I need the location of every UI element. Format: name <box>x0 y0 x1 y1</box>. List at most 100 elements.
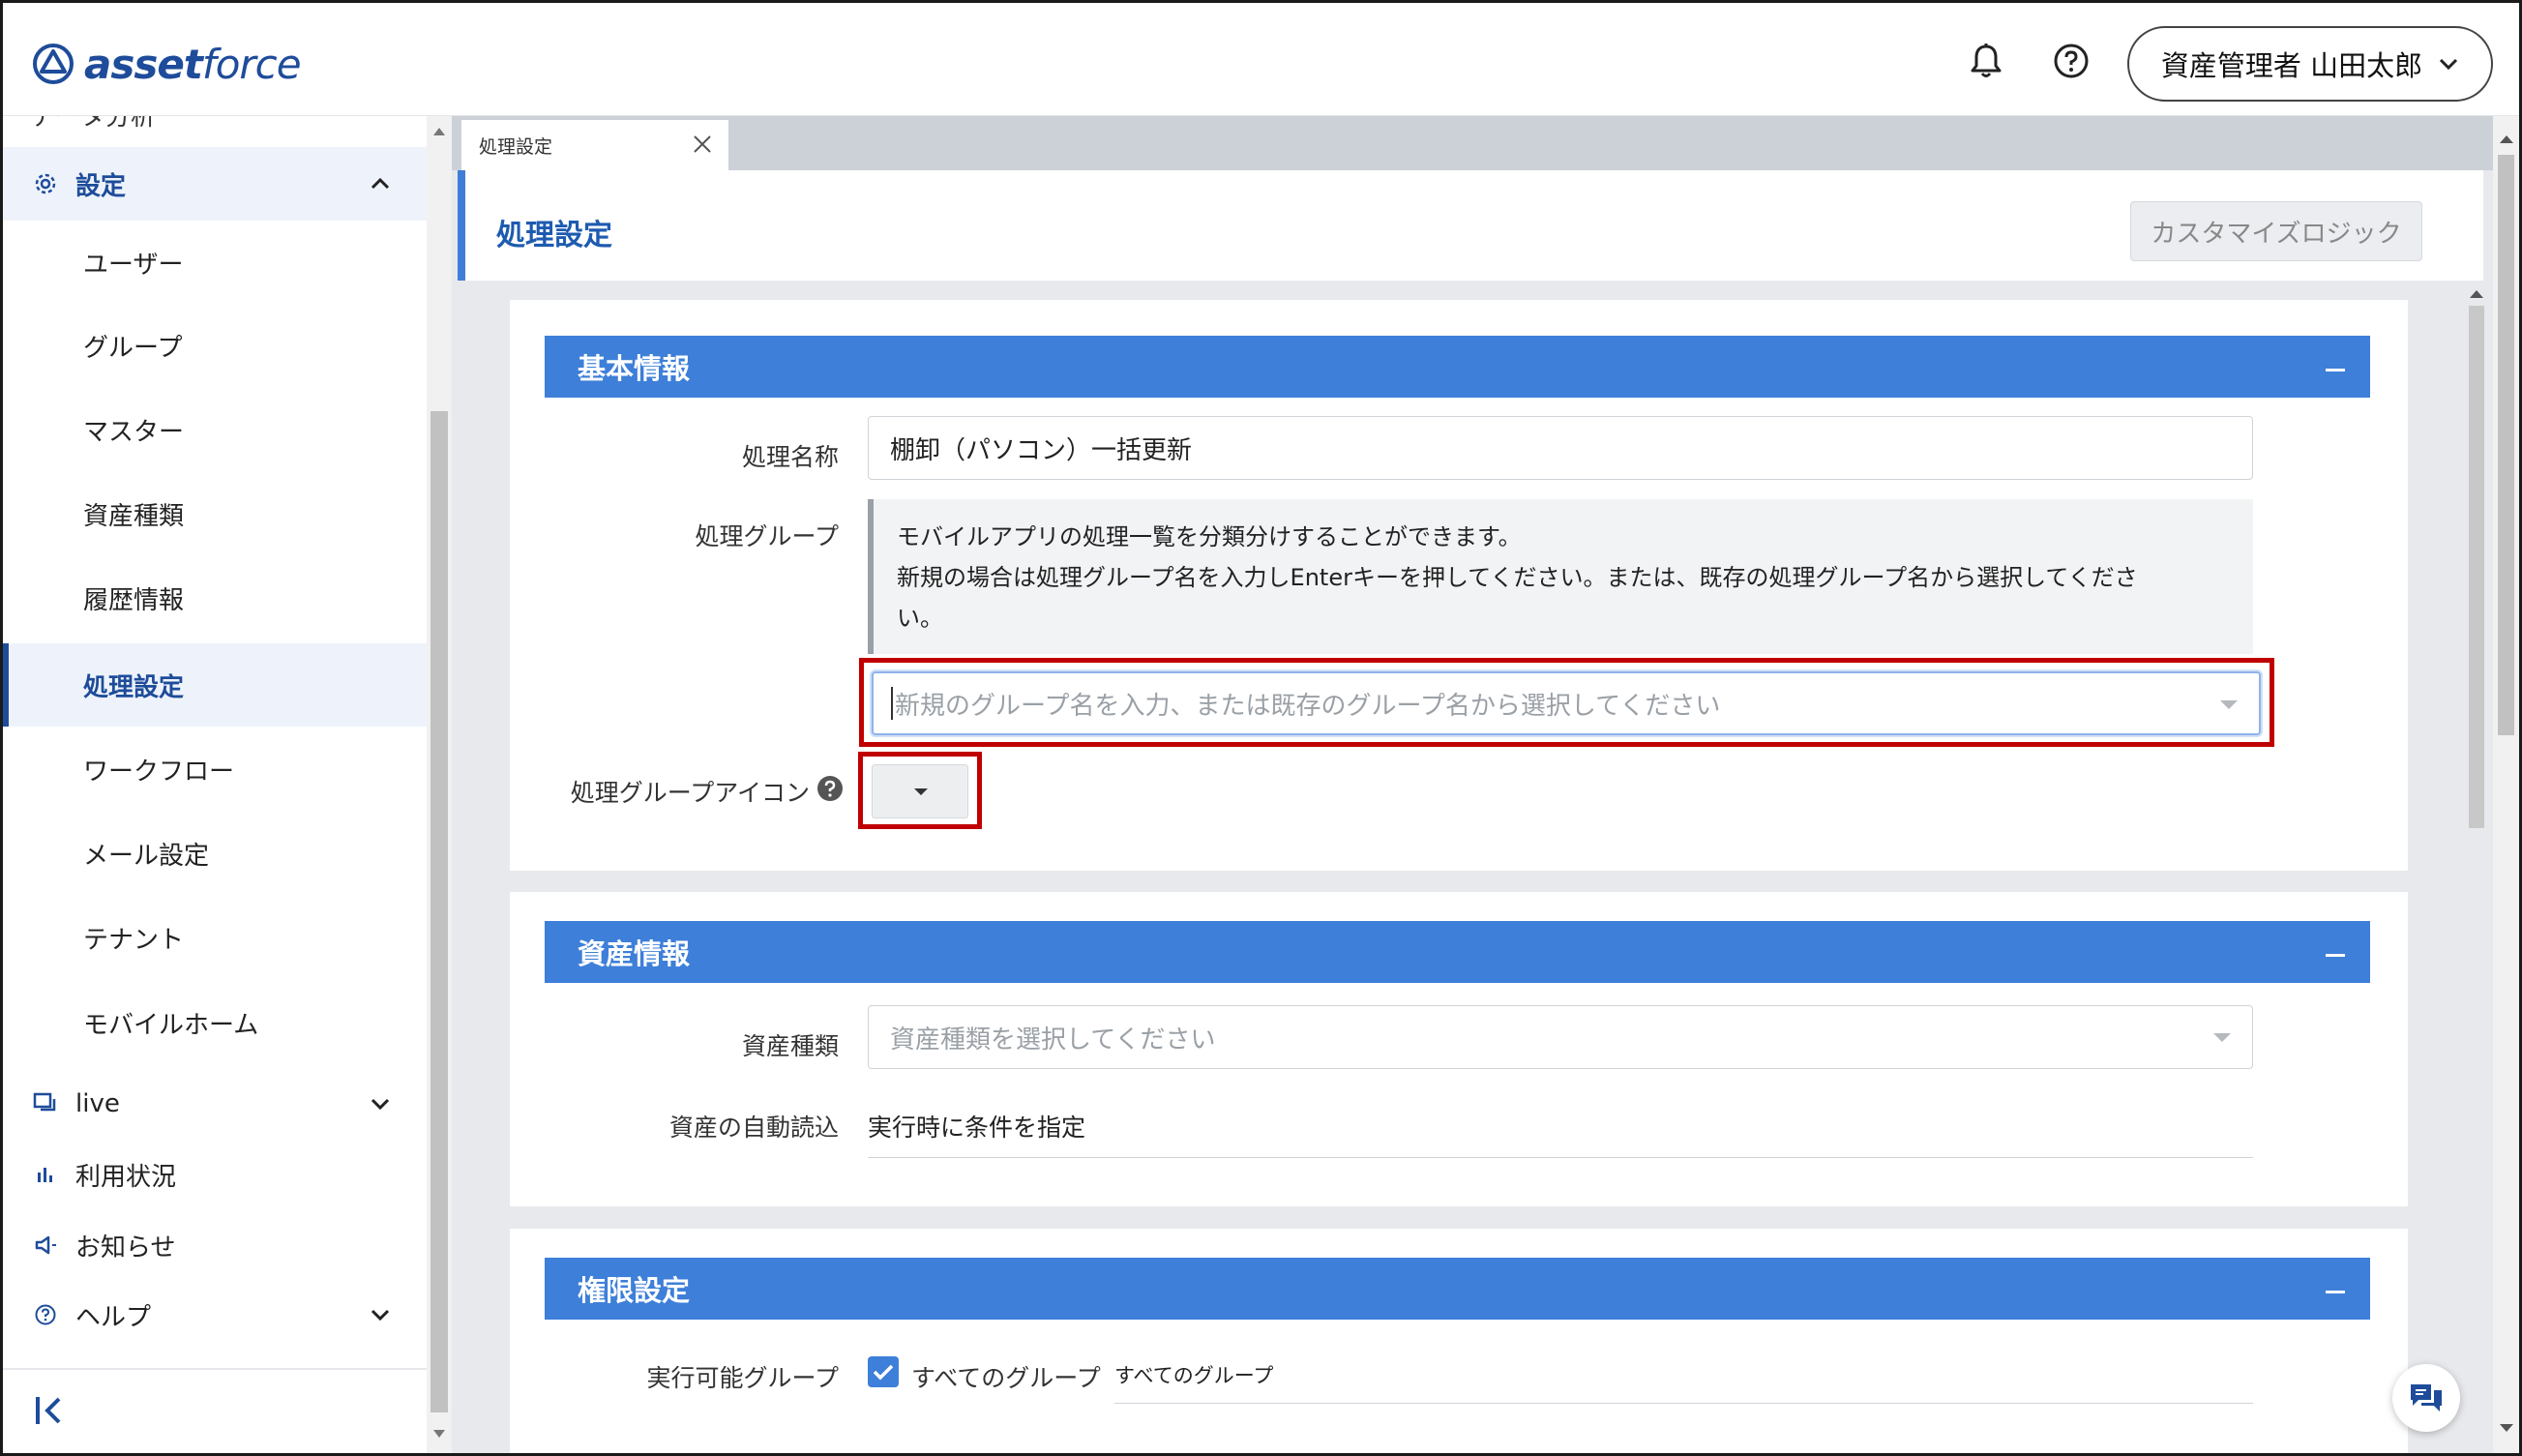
customize-logic-button[interactable]: カスタマイズロジック <box>2130 201 2422 261</box>
asset-autoload-label: 資産の自動読込 <box>668 1114 839 1142</box>
sidebar-item-asset-types[interactable]: 資産種類 <box>3 472 427 555</box>
sidebar-section-label: ヘルプ <box>75 1302 152 1332</box>
sidebar-section-label: 設定 <box>75 171 127 201</box>
collapse-minus-icon[interactable] <box>2326 369 2345 371</box>
scroll-up-arrow-icon[interactable] <box>2470 290 2483 298</box>
tab-process-settings[interactable]: 処理設定 <box>461 120 728 170</box>
sidebar-item-process-settings[interactable]: 処理設定 <box>3 643 427 727</box>
title-accent-bar <box>458 170 465 281</box>
sidebar-section-label: live <box>75 1089 120 1118</box>
main-content: 処理設定 処理設定 カスタマイズロジック 基本情報 処理名称 棚卸（パソコン）一… <box>452 116 2493 1453</box>
sidebar: データ分析 設定 ユーザー グループ マスター 資産種類 履歴情報 処理設定 ワ… <box>3 116 427 1453</box>
text-caret <box>891 687 893 720</box>
sidebar-item-mobile-home[interactable]: モバイルホーム <box>3 981 427 1064</box>
sidebar-item-label: グループ <box>83 333 183 363</box>
hint-line: い。 <box>897 605 943 632</box>
sidebar-item-history[interactable]: 履歴情報 <box>3 556 427 639</box>
process-name-value: 棚卸（パソコン）一括更新 <box>890 435 1193 465</box>
close-icon[interactable] <box>690 132 715 157</box>
app-logo[interactable]: assetforce <box>32 40 302 88</box>
sidebar-item-label: モバイルホーム <box>83 1010 259 1040</box>
question-help-icon[interactable] <box>816 774 845 803</box>
process-name-input[interactable]: 棚卸（パソコン）一括更新 <box>868 416 2253 480</box>
user-menu-button[interactable]: 資産管理者 山田太郎 <box>2127 26 2493 102</box>
sidebar-item-master[interactable]: マスター <box>3 388 427 471</box>
sidebar-item-label: ユーザー <box>83 250 184 280</box>
sidebar-item-tenant[interactable]: テナント <box>3 896 427 979</box>
process-name-label: 処理名称 <box>741 443 839 471</box>
asset-type-placeholder: 資産種類を選択してください <box>890 1025 1216 1055</box>
sidebar-scroll-thumb[interactable] <box>430 411 448 1412</box>
all-groups-checkbox-label[interactable]: すべてのグループ <box>911 1359 1101 1394</box>
all-groups-checkbox[interactable] <box>868 1356 899 1387</box>
dropdown-arrow-icon <box>2213 1033 2231 1042</box>
sidebar-section-live[interactable]: live <box>3 1067 427 1141</box>
gear-icon <box>32 170 59 197</box>
basic-info-header[interactable]: 基本情報 <box>545 336 2370 398</box>
page-title: 処理設定 <box>496 219 612 253</box>
sidebar-divider <box>3 1368 427 1370</box>
process-group-icon-label: 処理グループアイコン <box>570 779 810 807</box>
exec-group-value[interactable]: すべてのグループ <box>1114 1360 2253 1404</box>
hint-line: 新規の場合は処理グループ名を入力しEnterキーを押してください。または、既存の… <box>897 564 2138 591</box>
collapse-sidebar-icon[interactable] <box>30 1391 69 1430</box>
caret-down-icon <box>914 788 928 795</box>
sidebar-item-label: 履歴情報 <box>83 585 185 615</box>
page-title-bar: 処理設定 カスタマイズロジック <box>458 170 2483 281</box>
chevron-down-icon <box>371 1098 390 1111</box>
sidebar-item-label: マスター <box>83 417 185 447</box>
asset-info-card: 資産情報 資産種類 資産種類を選択してください 資産の自動読込 実行時に条件を指… <box>510 892 2408 1206</box>
permission-header[interactable]: 権限設定 <box>545 1258 2370 1320</box>
sidebar-item-users[interactable]: ユーザー <box>3 221 427 304</box>
main-scroll-thumb[interactable] <box>2498 155 2514 735</box>
sidebar-item-label: データ分析 <box>30 116 157 132</box>
process-group-hint: モバイルアプリの処理一覧を分類分けすることができます。 新規の場合は処理グループ… <box>868 499 2253 654</box>
collapse-minus-icon[interactable] <box>2326 954 2345 957</box>
scroll-up-arrow-icon[interactable] <box>433 128 445 135</box>
main-scrollbar[interactable] <box>2493 116 2519 1453</box>
permission-card: 権限設定 実行可能グループ すべてのグループ すべてのグループ <box>510 1229 2408 1453</box>
checkmark-icon <box>873 1364 894 1381</box>
chevron-down-icon <box>2440 58 2458 71</box>
asset-type-select[interactable]: 資産種類を選択してください <box>868 1005 2253 1069</box>
help-circle-icon <box>32 1301 59 1328</box>
content-inner-scrollbar[interactable] <box>2467 290 2486 1451</box>
section-title: 資産情報 <box>578 937 691 970</box>
sidebar-item-label: テナント <box>83 925 185 955</box>
sidebar-section-help[interactable]: ヘルプ <box>3 1278 427 1352</box>
sidebar-item-workflow[interactable]: ワークフロー <box>3 728 427 811</box>
section-title: 基本情報 <box>578 352 691 385</box>
sidebar-section-label: お知らせ <box>75 1233 176 1263</box>
sidebar-section-usage[interactable]: 利用状況 <box>3 1138 427 1211</box>
user-name: 資産管理者 山田太郎 <box>2160 49 2423 82</box>
sidebar-scrollbar[interactable] <box>427 116 452 1453</box>
sidebar-item-label: ワークフロー <box>83 757 235 787</box>
sidebar-item-mail-settings[interactable]: メール設定 <box>3 812 427 895</box>
asset-info-header[interactable]: 資産情報 <box>545 921 2370 983</box>
exec-group-label: 実行可能グループ <box>646 1364 839 1392</box>
scroll-down-arrow-icon[interactable] <box>2500 1424 2513 1432</box>
section-title: 権限設定 <box>578 1274 691 1307</box>
chat-support-button[interactable] <box>2392 1364 2460 1432</box>
logo-text: assetforce <box>84 40 302 88</box>
bar-chart-icon <box>32 1161 59 1188</box>
dropdown-arrow-icon <box>2220 700 2238 709</box>
basic-info-card: 基本情報 処理名称 棚卸（パソコン）一括更新 処理グループ モバイルアプリの処理… <box>510 300 2408 871</box>
content-inner-scroll-thumb[interactable] <box>2469 306 2484 828</box>
scroll-down-arrow-icon[interactable] <box>433 1430 445 1438</box>
sidebar-item-groups[interactable]: グループ <box>3 304 427 387</box>
chat-icon <box>2411 1384 2442 1411</box>
process-group-select[interactable]: 新規のグループ名を入力、または既存のグループ名から選択してください <box>872 671 2261 735</box>
asset-type-label: 資産種類 <box>741 1032 839 1060</box>
process-group-label: 処理グループ <box>695 522 839 550</box>
chevron-up-icon <box>371 177 390 190</box>
sidebar-item-data-analysis[interactable]: データ分析 <box>30 116 156 133</box>
bell-icon[interactable] <box>1965 40 2007 82</box>
help-circle-icon[interactable] <box>2050 40 2092 82</box>
collapse-minus-icon[interactable] <box>2326 1291 2345 1293</box>
scroll-up-arrow-icon[interactable] <box>2500 135 2513 143</box>
sidebar-section-news[interactable]: お知らせ <box>3 1208 427 1282</box>
group-icon-dropdown[interactable] <box>872 764 968 818</box>
asset-autoload-value[interactable]: 実行時に条件を指定 <box>868 1109 2253 1158</box>
sidebar-section-settings[interactable]: 設定 <box>3 147 427 221</box>
